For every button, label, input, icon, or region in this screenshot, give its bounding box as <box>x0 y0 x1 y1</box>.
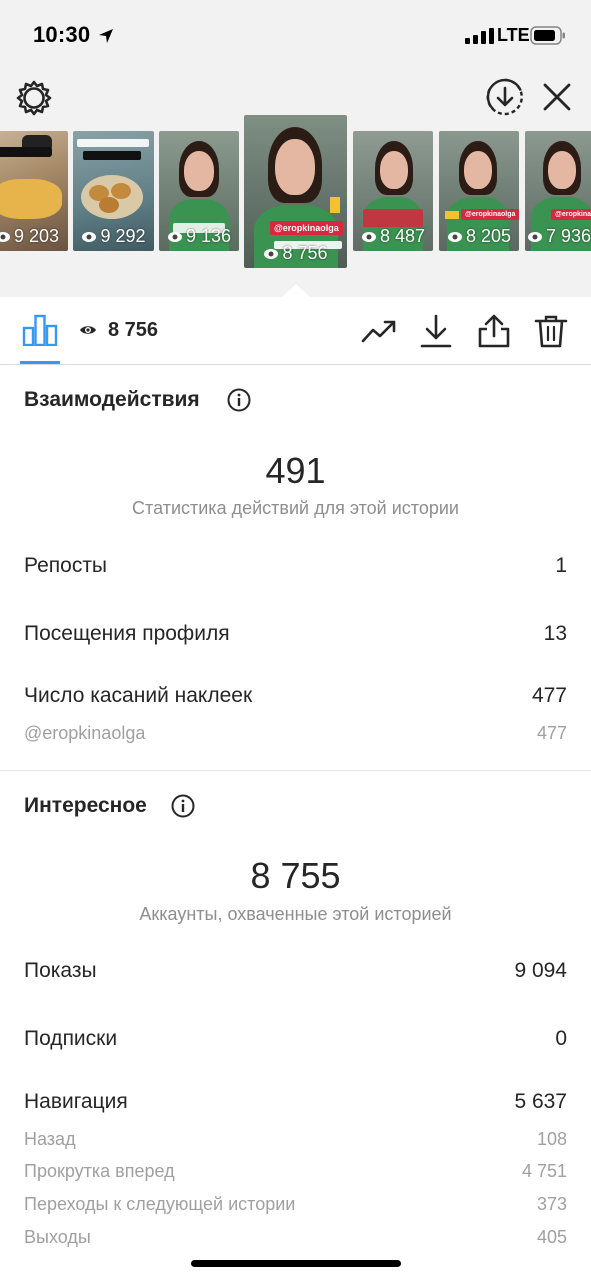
mention-sticker: @eropkinaolga <box>270 221 343 235</box>
stat-value: 0 <box>555 1027 567 1050</box>
stat-label: Выходы <box>24 1227 91 1247</box>
story-carousel-area: 10:30 LTE 9 203 9 292 9 136 @eropkinaolg… <box>0 0 591 298</box>
story-thumbnail[interactable]: @eropkinaolga 8 205 <box>439 131 519 251</box>
stat-label: Навигация <box>24 1090 128 1113</box>
stat-row-sticker-taps: Число касаний наклеек 477 <box>24 684 567 708</box>
story-views: 8 487 <box>353 226 433 247</box>
eye-icon <box>264 248 279 259</box>
story-thumbnail[interactable]: @eropkinaolga 7 936 <box>525 131 591 251</box>
stat-value: 1 <box>555 554 567 577</box>
eye-icon <box>447 231 462 242</box>
stat-subrow-next-story: Переходы к следующей истории 373 <box>24 1194 567 1215</box>
stat-label: @eropkinaolga <box>24 723 146 743</box>
stat-value: 373 <box>536 1194 567 1214</box>
share-icon[interactable] <box>476 313 512 349</box>
stat-label: Посещения профиля <box>24 622 230 645</box>
stats-toolbar: 8 756 <box>0 297 591 365</box>
stat-row-reposts: Репосты 1 <box>24 554 567 578</box>
status-time: 10:30 <box>33 22 91 47</box>
eye-icon <box>167 231 182 242</box>
eye-icon <box>80 326 96 334</box>
bar-chart-icon[interactable] <box>22 314 58 346</box>
stat-value: 405 <box>536 1227 567 1247</box>
info-icon[interactable] <box>171 794 195 818</box>
stat-subrow-mention: @eropkinaolga 477 <box>24 723 567 744</box>
story-views: 9 203 <box>0 226 68 247</box>
selected-pointer <box>281 284 311 298</box>
stat-value: 9 094 <box>514 959 567 982</box>
story-thumbnail[interactable]: 9 292 <box>73 131 154 251</box>
stat-value: 4 751 <box>521 1161 567 1181</box>
close-icon[interactable] <box>539 79 575 115</box>
discovery-title: Интересное <box>24 794 147 817</box>
mention-sticker: @eropkinaolga <box>551 209 591 220</box>
stat-row-impressions: Показы 9 094 <box>24 959 567 983</box>
trash-icon[interactable] <box>533 313 569 349</box>
story-views: 9 292 <box>73 226 154 247</box>
home-indicator[interactable] <box>191 1260 401 1267</box>
story-views: 8 205 <box>439 226 519 247</box>
stat-label: Показы <box>24 959 97 982</box>
arrow-sticker <box>445 211 459 219</box>
stat-value: 108 <box>536 1129 567 1149</box>
mention-sticker: @eropkinaolga <box>461 209 519 220</box>
info-icon[interactable] <box>227 388 251 412</box>
text-sticker <box>363 209 423 227</box>
gear-icon[interactable] <box>14 78 54 118</box>
stat-row-navigation: Навигация 5 637 <box>24 1090 567 1114</box>
eye-icon <box>528 231 542 242</box>
eye-icon <box>361 231 376 242</box>
views-count: 8 756 <box>108 319 159 341</box>
section-divider <box>0 770 591 771</box>
network-label: LTE <box>497 25 530 45</box>
stat-subrow-forward: Прокрутка вперед 4 751 <box>24 1161 567 1182</box>
eye-icon <box>0 231 10 242</box>
story-thumbnail[interactable]: 9 203 <box>0 131 68 251</box>
stat-value: 5 637 <box>514 1090 567 1113</box>
download-circle-icon[interactable] <box>485 77 525 117</box>
arrow-sticker <box>330 197 340 213</box>
stat-label: Число касаний наклеек <box>24 684 253 707</box>
story-thumbnail-selected[interactable]: @eropkinaolga 8 756 <box>244 115 347 268</box>
download-icon[interactable] <box>418 313 454 349</box>
trending-icon[interactable] <box>361 313 397 349</box>
stat-label: Прокрутка вперед <box>24 1161 175 1181</box>
stat-subrow-back: Назад 108 <box>24 1129 567 1150</box>
status-bar: 10:30 LTE <box>0 0 591 70</box>
stat-label: Назад <box>24 1129 76 1149</box>
stat-label: Репосты <box>24 554 108 577</box>
stat-value: 13 <box>543 622 567 645</box>
battery-icon <box>530 26 565 45</box>
story-views: 8 756 <box>244 243 347 264</box>
text-sticker <box>77 139 149 147</box>
discovery-subtitle: Аккаунты, охваченные этой историей <box>139 904 452 924</box>
stat-row-follows: Подписки 0 <box>24 1027 567 1051</box>
story-thumbnail[interactable]: 8 487 <box>353 131 433 251</box>
interactions-subtitle: Статистика действий для этой истории <box>132 498 459 518</box>
stat-label: Подписки <box>24 1027 118 1050</box>
story-views: 7 936 <box>525 226 591 247</box>
interactions-title: Взаимодействия <box>24 388 200 411</box>
stat-value: 477 <box>531 684 567 707</box>
active-tab-indicator <box>20 361 60 364</box>
stat-label: Переходы к следующей истории <box>24 1194 296 1214</box>
story-thumbnail[interactable]: 9 136 <box>159 131 239 251</box>
stat-value: 477 <box>536 723 567 743</box>
stat-row-profile-visits: Посещения профиля 13 <box>24 622 567 646</box>
signal-bars-icon <box>465 28 494 44</box>
location-arrow-icon <box>99 29 113 43</box>
eye-icon <box>82 231 97 242</box>
discovery-total: 8 755 <box>250 855 341 896</box>
story-views: 9 136 <box>159 226 239 247</box>
interactions-total: 491 <box>265 450 326 491</box>
text-sticker <box>0 147 52 157</box>
stat-subrow-exits: Выходы 405 <box>24 1227 567 1248</box>
food-image <box>0 179 62 219</box>
